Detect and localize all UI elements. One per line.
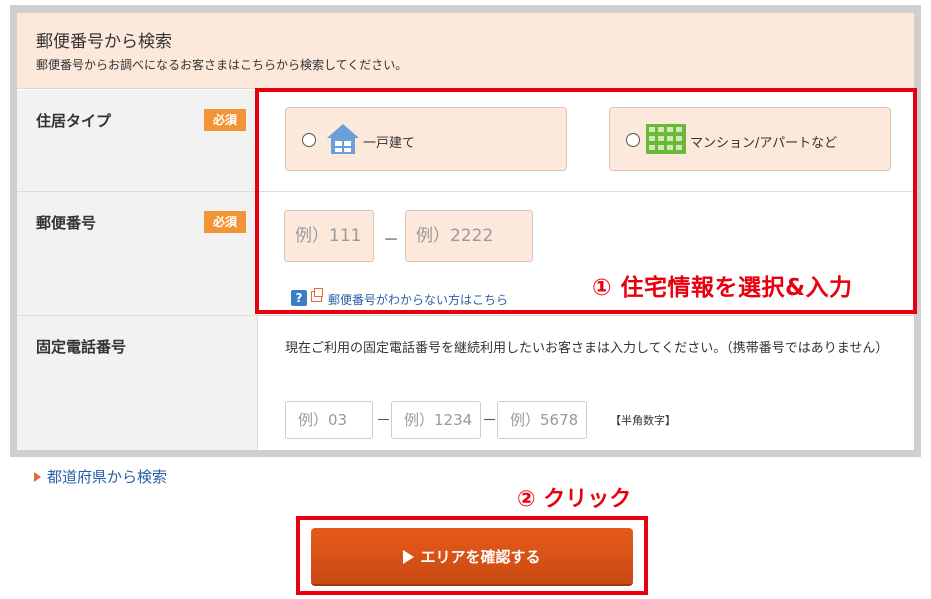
postal-code-label-cell: 郵便番号 必須 <box>17 192 258 315</box>
play-arrow-icon <box>403 549 415 564</box>
annotation-step1-text: ① 住宅情報を選択&入力 <box>592 275 853 301</box>
phone-last-input[interactable] <box>497 401 587 439</box>
phone-label-cell: 固定電話番号 <box>17 316 258 450</box>
confirm-area-button[interactable]: エリアを確認する <box>311 528 633 584</box>
form-title: 郵便番号から検索 <box>36 32 172 52</box>
half-width-note: 【半角数字】 <box>610 414 676 427</box>
housing-type-label: 住居タイプ <box>36 112 112 130</box>
form-subtitle: 郵便番号からお調べになるお客さまはこちらから検索してください。 <box>36 58 408 72</box>
phone-area-code-input[interactable] <box>285 401 373 439</box>
triangle-right-icon <box>34 472 41 482</box>
phone-description: 現在ご利用の固定電話番号を継続利用したいお客さまは入力してください。（携帯番号で… <box>285 341 889 356</box>
postal-code-label: 郵便番号 <box>36 214 97 232</box>
phone-row: 固定電話番号 現在ご利用の固定電話番号を継続利用したいお客さまは入力してください… <box>17 316 914 450</box>
form-header: 郵便番号から検索 郵便番号からお調べになるお客さまはこちらから検索してください。 <box>17 13 914 89</box>
annotation-step2-text: ② クリック <box>517 487 632 512</box>
housing-type-label-cell: 住居タイプ 必須 <box>17 90 258 191</box>
phone-middle-input[interactable] <box>391 401 481 439</box>
phone-separator: － <box>376 411 392 429</box>
confirm-area-button-label: エリアを確認する <box>420 547 541 566</box>
required-badge: 必須 <box>204 109 246 131</box>
required-badge: 必須 <box>204 211 246 233</box>
phone-label: 固定電話番号 <box>36 338 127 356</box>
prefecture-search-link[interactable]: 都道府県から検索 <box>47 466 167 487</box>
phone-separator: － <box>482 411 498 429</box>
